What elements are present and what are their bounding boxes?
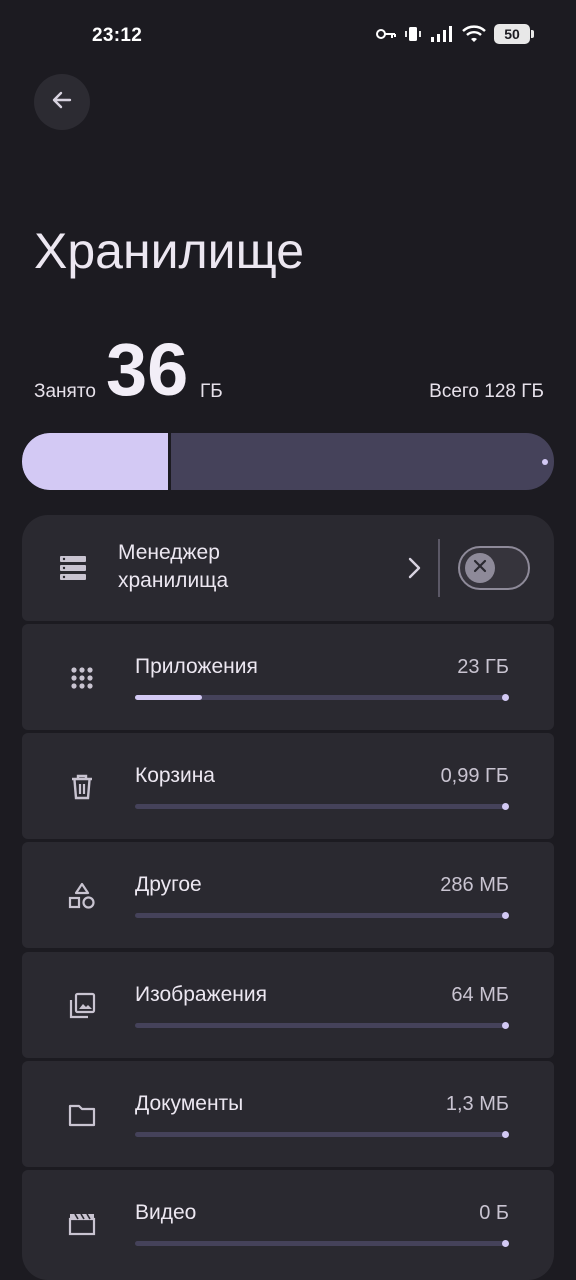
storage-manager-label: Менеджер хранилища xyxy=(118,541,229,592)
category-size: 23 ГБ xyxy=(457,656,509,678)
storage-icon xyxy=(59,555,87,586)
key-icon xyxy=(376,27,396,41)
trash-icon xyxy=(68,773,96,801)
category-label: Изображения xyxy=(135,983,267,1006)
back-button[interactable] xyxy=(34,74,90,130)
storage-usage-bar xyxy=(22,433,554,490)
category-bar-end-dot xyxy=(502,912,509,919)
shapes-icon xyxy=(68,882,96,910)
category-size: 64 МБ xyxy=(451,984,509,1006)
battery-icon: 50 xyxy=(494,24,534,44)
category-label: Приложения xyxy=(135,655,258,678)
status-time: 23:12 xyxy=(92,25,143,46)
category-usage-bar xyxy=(135,912,509,919)
page-title: Хранилище xyxy=(34,223,304,279)
category-usage-bar xyxy=(135,694,509,701)
status-bar: 23:12 50 xyxy=(0,0,576,72)
total-label: Всего 128 ГБ xyxy=(429,381,544,402)
category-bar-end-dot xyxy=(502,1131,509,1138)
video-icon xyxy=(68,1210,96,1238)
category-size: 286 МБ xyxy=(440,874,509,896)
category-label: Другое xyxy=(135,873,202,896)
signal-icon xyxy=(430,25,454,43)
used-label: Занято xyxy=(34,381,96,402)
storage-screen: 23:12 50 Хранилище Занято 36 ГБ Всего 12… xyxy=(0,0,576,1280)
category-images[interactable]: Изображения 64 МБ xyxy=(22,952,554,1058)
folder-icon xyxy=(68,1101,96,1129)
category-size: 0,99 ГБ xyxy=(440,765,509,787)
category-trash[interactable]: Корзина 0,99 ГБ xyxy=(22,733,554,839)
category-size: 1,3 МБ xyxy=(445,1093,509,1115)
category-bar-end-dot xyxy=(502,803,509,810)
used-unit: ГБ xyxy=(200,381,223,402)
apps-grid-icon xyxy=(68,664,96,692)
category-apps[interactable]: Приложения 23 ГБ xyxy=(22,624,554,730)
category-size: 0 Б xyxy=(479,1202,509,1224)
images-icon xyxy=(68,992,96,1020)
category-usage-bar xyxy=(135,1240,509,1247)
category-label: Видео xyxy=(135,1201,197,1224)
category-other[interactable]: Другое 286 МБ xyxy=(22,842,554,948)
category-usage-bar xyxy=(135,803,509,810)
divider xyxy=(438,539,440,597)
category-usage-fill xyxy=(135,695,203,700)
category-video[interactable]: Видео 0 Б xyxy=(22,1170,554,1280)
wifi-icon xyxy=(462,25,486,43)
category-label: Документы xyxy=(135,1092,244,1115)
storage-manager-toggle[interactable] xyxy=(458,546,530,590)
arrow-left-icon xyxy=(50,88,74,117)
storage-bar-end-dot xyxy=(542,459,548,465)
toggle-knob xyxy=(465,553,495,583)
vibrate-icon xyxy=(404,25,422,43)
category-usage-bar xyxy=(135,1022,509,1029)
storage-manager-card[interactable]: Менеджер хранилища xyxy=(22,515,554,621)
usage-summary: Занято 36 ГБ Всего 128 ГБ xyxy=(34,330,544,410)
category-bar-end-dot xyxy=(502,1240,509,1247)
chevron-right-icon[interactable] xyxy=(406,556,422,585)
category-label: Корзина xyxy=(135,764,215,787)
category-documents[interactable]: Документы 1,3 МБ xyxy=(22,1061,554,1167)
category-bar-end-dot xyxy=(502,1022,509,1029)
category-usage-bar xyxy=(135,1131,509,1138)
storage-usage-fill xyxy=(22,433,171,490)
category-bar-end-dot xyxy=(502,694,509,701)
close-icon xyxy=(473,559,487,578)
used-value: 36 xyxy=(106,328,189,411)
status-icons: 50 xyxy=(376,24,534,44)
